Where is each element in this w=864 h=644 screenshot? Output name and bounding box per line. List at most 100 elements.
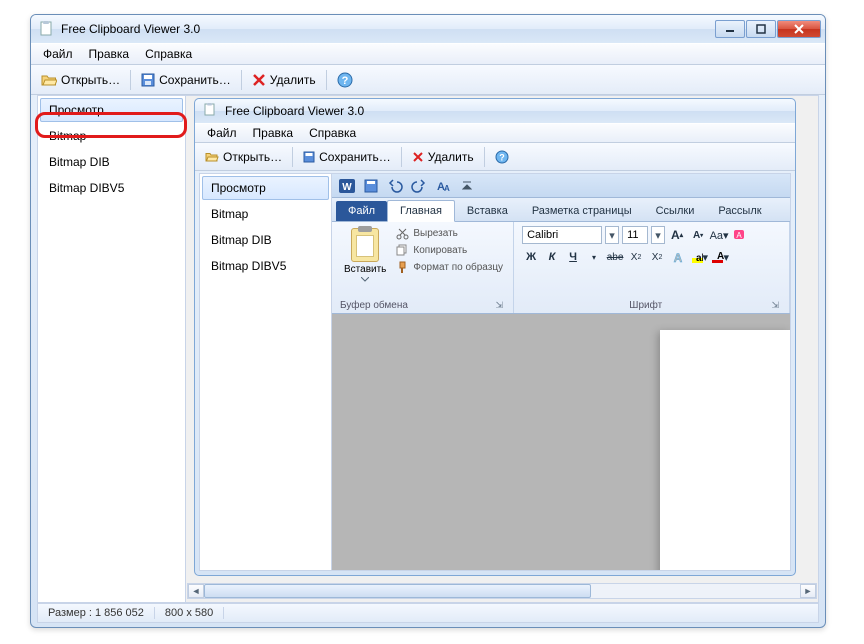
toolbar-open[interactable]: Открыть…	[35, 71, 126, 89]
svg-text:?: ?	[499, 152, 505, 162]
help-icon: ?	[337, 72, 353, 88]
inner-window-title: Free Clipboard Viewer 3.0	[225, 104, 791, 118]
toolbar-delete-label: Удалить	[270, 73, 316, 87]
copy-label: Копировать	[413, 245, 467, 256]
paste-label: Вставить	[344, 264, 386, 275]
bold-icon: Ж	[522, 248, 540, 266]
sidebar-item-bitmap[interactable]: Bitmap	[40, 124, 183, 148]
quick-access-toolbar: W AA	[332, 174, 790, 198]
underline-icon: Ч	[564, 248, 582, 266]
scroll-thumb[interactable]	[204, 584, 591, 598]
copy-button: Копировать	[394, 243, 505, 258]
scroll-right-icon[interactable]: ►	[800, 584, 816, 598]
titlebar[interactable]: Free Clipboard Viewer 3.0	[31, 15, 825, 43]
delete-icon	[252, 73, 266, 87]
font-color-icon: A▾	[711, 248, 729, 266]
cut-label: Вырезать	[413, 228, 457, 239]
dialog-launcher-icon: ⇲	[494, 300, 506, 311]
sidebar-item-label: Bitmap DIB	[49, 155, 110, 169]
scroll-track[interactable]	[204, 584, 800, 598]
tab-file: Файл	[336, 201, 387, 221]
dialog-launcher-icon: ⇲	[769, 300, 781, 311]
sidebar-item-label: Bitmap DIBV5	[49, 181, 124, 195]
inner-menu-file: Файл	[199, 124, 245, 142]
inner-client: Просмотр Bitmap Bitmap DIB Bitmap DIBV5 …	[199, 173, 791, 571]
inner-sidebar-item-preview: Просмотр	[202, 176, 329, 200]
toolbar-save[interactable]: Сохранить…	[135, 71, 237, 89]
close-button[interactable]	[777, 20, 821, 38]
inner-preview: W AA Файл Главная Вставка	[332, 174, 790, 570]
chevron-down-icon: ▾	[605, 226, 619, 244]
format-painter-button: Формат по образцу	[394, 260, 505, 275]
group-font-title: Шрифт	[522, 298, 769, 311]
inner-sidebar-item-bitmap-dibv5: Bitmap DIBV5	[202, 254, 329, 278]
group-clipboard: Вставить Вырезать Копировать Формат по о…	[332, 222, 514, 313]
save-icon	[303, 151, 315, 163]
help-icon: ?	[495, 150, 509, 164]
group-font: Calibri ▾ 11 ▾ A▴ A▾ Aa▾ A	[514, 222, 790, 313]
horizontal-scrollbar[interactable]: ◄ ►	[187, 583, 817, 599]
qat-redo-icon	[408, 176, 430, 196]
clear-format-icon: A	[731, 226, 749, 244]
inner-toolbar-delete-label: Удалить	[428, 150, 474, 164]
app-icon	[39, 21, 55, 37]
menu-help[interactable]: Справка	[137, 45, 200, 63]
ribbon: Вставить Вырезать Копировать Формат по о…	[332, 222, 790, 314]
sidebar-item-preview[interactable]: Просмотр	[40, 98, 183, 122]
copy-icon	[396, 244, 409, 257]
qat-find-icon: AA	[432, 176, 454, 196]
format-painter-label: Формат по образцу	[413, 262, 503, 273]
word-icon: W	[336, 176, 358, 196]
divider	[484, 147, 485, 167]
change-case-icon: Aa▾	[710, 226, 728, 244]
strike-icon: abe	[606, 248, 624, 266]
sidebar: Просмотр Bitmap Bitmap DIB Bitmap DIBV5	[38, 96, 186, 602]
main-window: Free Clipboard Viewer 3.0 Файл Правка Сп…	[30, 14, 826, 628]
folder-open-icon	[205, 151, 219, 163]
maximize-button[interactable]	[746, 20, 776, 38]
sidebar-item-bitmap-dibv5[interactable]: Bitmap DIBV5	[40, 176, 183, 200]
superscript-icon: X2	[648, 248, 666, 266]
folder-open-icon	[41, 73, 57, 87]
svg-text:W: W	[342, 182, 352, 193]
text-effects-icon: A	[669, 248, 687, 266]
qat-customize-icon	[456, 176, 478, 196]
sidebar-item-label: Просмотр	[211, 181, 266, 195]
inner-toolbar-save: Сохранить…	[297, 148, 397, 166]
sidebar-item-bitmap-dib[interactable]: Bitmap DIB	[40, 150, 183, 174]
delete-icon	[412, 151, 424, 163]
subscript-icon: X2	[627, 248, 645, 266]
preview-pane: Free Clipboard Viewer 3.0 Файл Правка Сп…	[186, 96, 818, 602]
client-area: Просмотр Bitmap Bitmap DIB Bitmap DIBV5 …	[37, 95, 819, 603]
inner-sidebar-item-bitmap-dib: Bitmap DIB	[202, 228, 329, 252]
clipboard-icon	[351, 228, 379, 262]
font-name-input: Calibri	[522, 226, 602, 244]
statusbar: Размер : 1 856 052 800 x 580	[37, 603, 819, 623]
svg-text:A: A	[674, 251, 683, 264]
divider	[326, 70, 327, 90]
minimize-button[interactable]	[715, 20, 745, 38]
scissors-icon	[396, 227, 409, 240]
svg-text:A: A	[444, 184, 450, 193]
toolbar: Открыть… Сохранить… Удалить ?	[31, 65, 825, 95]
inner-toolbar-open-label: Открыть…	[223, 150, 282, 164]
sidebar-item-label: Просмотр	[49, 103, 104, 117]
menubar: Файл Правка Справка	[31, 43, 825, 65]
menu-file[interactable]: Файл	[35, 45, 81, 63]
paste-button: Вставить	[340, 226, 390, 298]
font-size: 11	[627, 229, 638, 241]
toolbar-delete[interactable]: Удалить	[246, 71, 322, 89]
sidebar-item-label: Bitmap	[211, 207, 248, 221]
inner-toolbar-save-label: Сохранить…	[319, 150, 391, 164]
menu-edit[interactable]: Правка	[81, 45, 138, 63]
italic-icon: К	[543, 248, 561, 266]
scroll-left-icon[interactable]: ◄	[188, 584, 204, 598]
inner-toolbar-delete: Удалить	[406, 148, 480, 166]
sidebar-item-label: Bitmap	[49, 129, 86, 143]
inner-menu-help: Справка	[301, 124, 364, 142]
inner-sidebar: Просмотр Bitmap Bitmap DIB Bitmap DIBV5	[200, 174, 332, 570]
toolbar-help[interactable]: ?	[331, 70, 359, 90]
font-name: Calibri	[527, 229, 558, 241]
inner-titlebar: Free Clipboard Viewer 3.0	[195, 99, 795, 123]
chevron-down-icon	[361, 277, 369, 282]
